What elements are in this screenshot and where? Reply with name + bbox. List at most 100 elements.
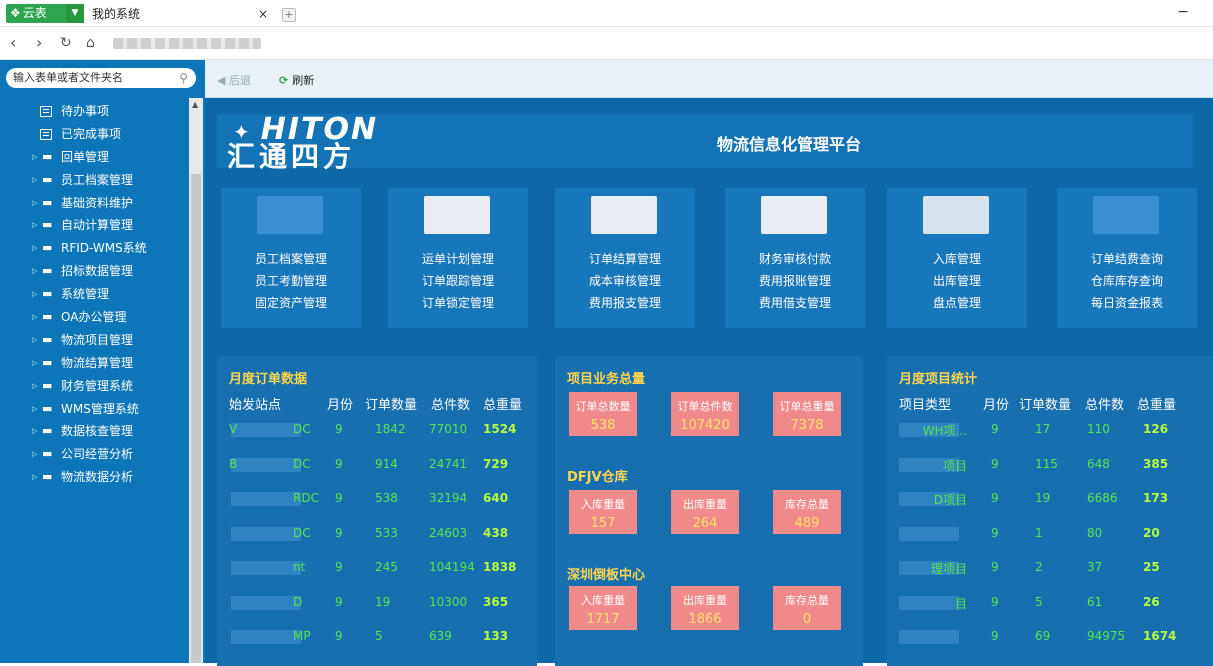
expand-icon[interactable]: ▷ <box>32 329 37 352</box>
expand-icon[interactable]: ▷ <box>32 352 37 375</box>
back-button[interactable]: ◀ 后退 <box>217 72 251 88</box>
module-link[interactable]: 订单锁定管理 <box>388 294 528 311</box>
document-icon <box>40 128 52 140</box>
expand-icon[interactable]: ▷ <box>32 466 37 489</box>
sidebar-item[interactable]: ▷ ▬ 系统管理 <box>0 283 190 306</box>
scroll-up-icon[interactable]: ▲ <box>192 100 198 109</box>
sidebar-item[interactable]: ▷ ▬ 物流结算管理 <box>0 352 190 375</box>
settle-icon[interactable] <box>591 196 657 234</box>
sidebar-item[interactable]: 已完成事项 <box>0 123 190 146</box>
folder-icon: ▬ <box>42 355 53 369</box>
expand-icon[interactable]: ▷ <box>32 214 37 237</box>
table-cell: 1838 <box>483 560 517 574</box>
module-card: 财务审核付款 费用报账管理 费用借支管理 <box>725 188 865 328</box>
new-tab-button[interactable]: + <box>282 8 296 22</box>
warehouse-title: 深圳倒板中心 <box>567 568 646 583</box>
table-cell: 438 <box>483 525 509 540</box>
expand-icon[interactable]: ▷ <box>32 398 37 421</box>
finance-icon[interactable] <box>761 196 827 234</box>
module-link[interactable]: 每日资金报表 <box>1057 294 1197 311</box>
module-link[interactable]: 费用报账管理 <box>725 272 865 289</box>
redacted-text <box>231 630 301 644</box>
module-link[interactable]: 订单跟踪管理 <box>388 272 528 289</box>
address-bar[interactable] <box>113 38 261 49</box>
redacted-text <box>899 526 959 541</box>
sidebar-item-label: 基础资料维护 <box>61 195 134 210</box>
module-link[interactable]: 订单结费查询 <box>1057 250 1197 267</box>
table-cell: 项目 <box>942 458 967 473</box>
sidebar-item[interactable]: ▷ ▬ 公司经营分析 <box>0 443 190 466</box>
expand-icon[interactable]: ▷ <box>32 146 37 169</box>
stat-box: 入库重量 1717 <box>569 586 637 630</box>
sidebar-item[interactable]: ▷ ▬ OA办公管理 <box>0 306 190 329</box>
expand-icon[interactable]: ▷ <box>32 192 37 215</box>
module-link[interactable]: 财务审核付款 <box>725 250 865 267</box>
plan-icon[interactable] <box>424 196 490 234</box>
module-link[interactable]: 运单计划管理 <box>388 250 528 267</box>
oa-icon[interactable] <box>257 196 323 234</box>
sidebar-item[interactable]: ▷ ▬ WMS管理系统 <box>0 398 190 421</box>
chart-icon[interactable] <box>1093 196 1159 234</box>
chevron-down-icon[interactable]: ▼ <box>66 4 84 23</box>
expand-icon[interactable]: ▷ <box>32 237 37 260</box>
sidebar-item-label: 回单管理 <box>61 149 110 164</box>
redacted-text <box>231 457 301 472</box>
sidebar-item-label: 自动计算管理 <box>61 218 134 233</box>
module-link[interactable]: 员工档案管理 <box>221 250 361 267</box>
table-cell: V <box>229 422 238 436</box>
scrollbar[interactable]: ▲ <box>189 98 203 663</box>
sidebar-item[interactable]: ▷ ▬ 自动计算管理 <box>0 214 190 237</box>
stat-value: 1717 <box>586 612 620 627</box>
sidebar-item[interactable]: ▷ ▬ 招标数据管理 <box>0 260 190 283</box>
sidebar-item[interactable]: ▷ ▬ 员工档案管理 <box>0 169 190 192</box>
table-header: 月份 <box>983 398 1010 413</box>
module-link[interactable]: 成本审核管理 <box>555 272 695 289</box>
module-link[interactable]: 订单结算管理 <box>555 250 695 267</box>
module-link[interactable]: 仓库库存查询 <box>1057 272 1197 289</box>
sidebar-item[interactable]: ▷ ▬ 基础资料维护 <box>0 192 190 215</box>
expand-icon[interactable]: ▷ <box>32 420 37 443</box>
table-header: 始发站点 <box>229 398 282 413</box>
expand-icon[interactable]: ▷ <box>32 169 37 192</box>
module-card: 订单结费查询 仓库库存查询 每日资金报表 <box>1057 188 1197 328</box>
search-icon[interactable]: ⚲ <box>179 68 188 88</box>
refresh-button[interactable]: ⟳ 刷新 <box>279 72 314 88</box>
table-cell: 9 <box>991 560 999 574</box>
app-menu-button[interactable]: ❖ 云表 ▼ <box>6 4 84 23</box>
table-cell: 19 <box>1035 491 1051 505</box>
module-link[interactable]: 费用借支管理 <box>725 294 865 311</box>
module-link[interactable]: 入库管理 <box>887 250 1027 267</box>
expand-icon[interactable]: ▷ <box>32 443 37 466</box>
search-input[interactable]: 输入表单或者文件夹名 ⚲ <box>6 68 196 88</box>
scrollbar-thumb[interactable] <box>191 174 201 663</box>
sidebar-item[interactable]: ▷ ▬ 财务管理系统 <box>0 375 190 398</box>
back-arrow-icon[interactable]: ‹ <box>10 34 16 52</box>
expand-icon[interactable]: ▷ <box>32 306 37 329</box>
home-icon[interactable]: ⌂ <box>86 34 95 52</box>
reload-icon[interactable]: ↻ <box>60 34 72 52</box>
sidebar-item[interactable]: ▷ ▬ 物流项目管理 <box>0 329 190 352</box>
module-link[interactable]: 固定资产管理 <box>221 294 361 311</box>
module-link[interactable]: 盘点管理 <box>887 294 1027 311</box>
expand-icon[interactable]: ▷ <box>32 375 37 398</box>
expand-icon[interactable]: ▷ <box>32 260 37 283</box>
forward-arrow-icon[interactable]: › <box>36 34 42 52</box>
folder-icon: ▬ <box>42 149 53 163</box>
table-cell: B <box>229 456 238 471</box>
table-cell: 9 <box>335 560 343 574</box>
tab-my-system[interactable]: 我的系统 × <box>88 4 278 25</box>
table-header: 总件数 <box>431 398 471 413</box>
sidebar-item[interactable]: ▷ ▬ 物流数据分析 <box>0 466 190 489</box>
close-icon[interactable]: × <box>258 4 268 25</box>
sidebar-item[interactable]: ▷ ▬ RFID-WMS系统 <box>0 237 190 260</box>
sidebar-item[interactable]: 待办事项 <box>0 100 190 123</box>
module-link[interactable]: 出库管理 <box>887 272 1027 289</box>
warehouse-icon[interactable] <box>923 196 989 234</box>
module-link[interactable]: 员工考勤管理 <box>221 272 361 289</box>
sidebar-item[interactable]: ▷ ▬ 数据核查管理 <box>0 420 190 443</box>
expand-icon[interactable]: ▷ <box>32 283 37 306</box>
sidebar-item-label: 招标数据管理 <box>61 264 134 279</box>
module-link[interactable]: 费用报支管理 <box>555 294 695 311</box>
minimize-button[interactable]: − <box>1177 4 1189 20</box>
sidebar-item[interactable]: ▷ ▬ 回单管理 <box>0 146 190 169</box>
